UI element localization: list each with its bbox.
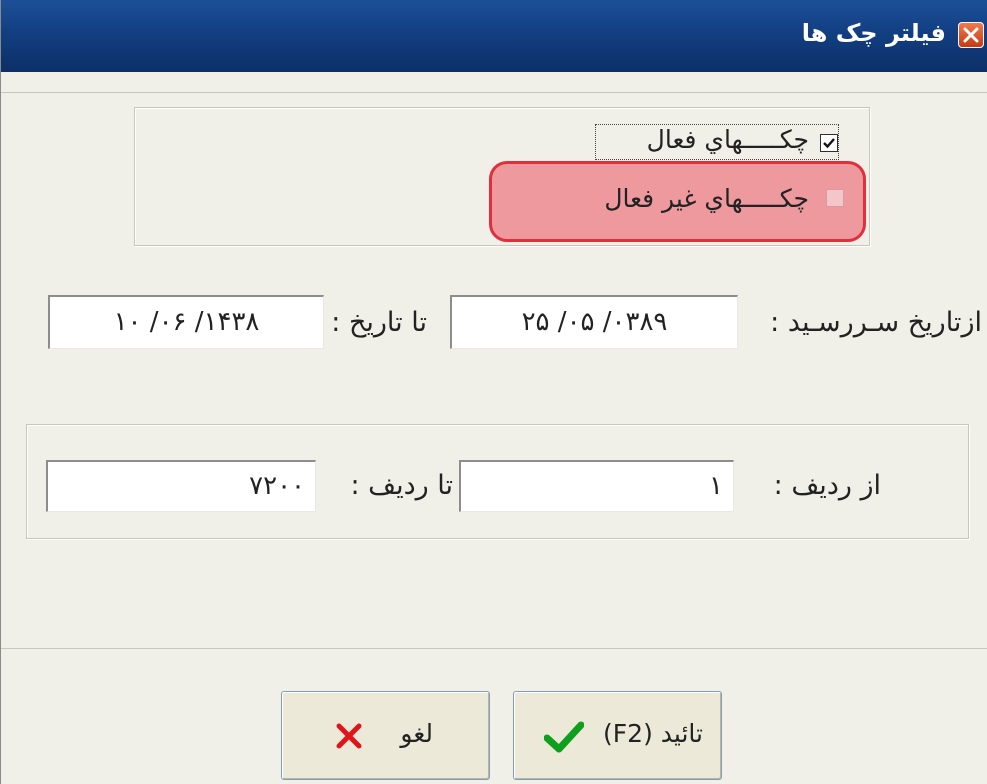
title-separator	[1, 92, 987, 93]
window-title: فیلتر چک ها	[801, 19, 946, 47]
title-bar: فیلتر چک ها	[1, 0, 987, 72]
row-from-value: ۱	[709, 471, 723, 501]
due-date-to-label: تا تاریخ :	[331, 307, 427, 338]
active-checks-checkbox[interactable]	[820, 134, 838, 152]
row-to-label: تا ردیف :	[350, 470, 453, 501]
cancel-button-label: لغو	[400, 719, 433, 748]
close-icon	[963, 27, 979, 43]
confirm-button[interactable]: تائید (F2)	[513, 691, 722, 780]
inactive-checks-checkbox[interactable]	[826, 189, 844, 207]
due-date-to-field[interactable]: ۱۴۳۸/ ۰۶/ ۱۰	[48, 295, 324, 349]
due-date-from-value: ۰۳۸۹/ ۰۵/ ۲۵	[521, 307, 668, 337]
active-checks-label: چکـــــهاي فعال	[646, 125, 809, 154]
due-date-from-field[interactable]: ۰۳۸۹/ ۰۵/ ۲۵	[450, 295, 738, 349]
checkmark-icon	[823, 138, 835, 149]
button-separator	[1, 648, 987, 649]
row-to-value: ۷۲۰۰	[249, 471, 305, 501]
confirm-button-label: تائید (F2)	[603, 719, 703, 748]
due-date-from-label: ازتاریخ سـررسـید :	[770, 307, 982, 338]
close-button[interactable]	[958, 22, 984, 48]
green-checkmark-icon	[543, 721, 585, 757]
cancel-button[interactable]: لغو	[281, 691, 490, 780]
row-to-field[interactable]: ۷۲۰۰	[46, 460, 316, 512]
row-from-label: از ردیف :	[773, 470, 881, 501]
row-from-field[interactable]: ۱	[459, 460, 734, 512]
due-date-to-value: ۱۴۳۸/ ۰۶/ ۱۰	[113, 307, 260, 337]
inactive-checks-label: چکـــــهاي غیر فعال	[604, 184, 809, 213]
filter-checks-dialog: فیلتر چک ها چکـــــهاي فعال چکـــــهاي غ…	[0, 0, 987, 784]
red-x-icon	[334, 721, 364, 755]
